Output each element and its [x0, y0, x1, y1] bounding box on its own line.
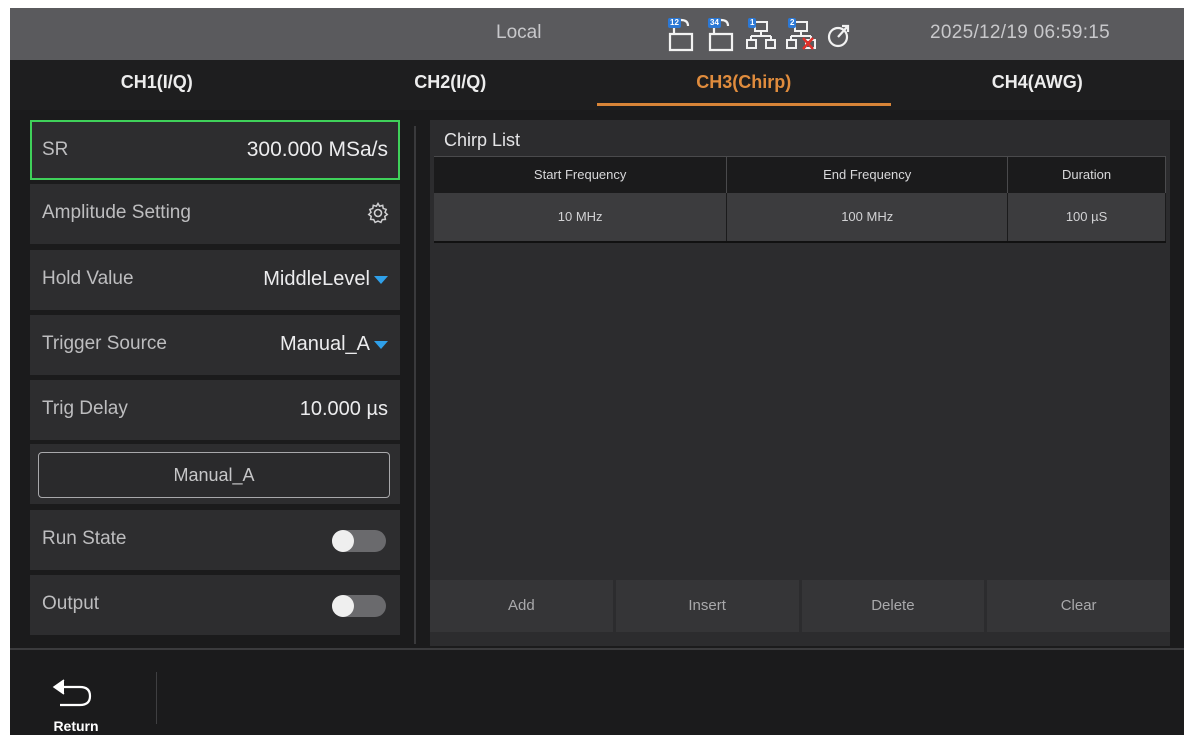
amplitude-setting-label: Amplitude Setting [42, 202, 191, 223]
chevron-down-icon [374, 340, 388, 349]
power-icon [826, 16, 852, 52]
panel-divider [414, 126, 416, 644]
add-button[interactable]: Add [430, 580, 613, 632]
status-bar: Local 12 34 1 2 2025/12/19 06:59:15 [10, 8, 1184, 60]
bottom-divider [10, 648, 1184, 650]
amplitude-setting-row[interactable]: Amplitude Setting [30, 184, 400, 244]
tab-ch1[interactable]: CH1(I/Q) [10, 60, 304, 110]
tab-ch4[interactable]: CH4(AWG) [891, 60, 1184, 110]
chirp-list-panel: Chirp List Start Frequency End Frequency… [430, 120, 1170, 646]
sample-rate-field[interactable]: SR 300.000 MSa/s [30, 120, 400, 180]
trigger-34-icon: 34 [706, 16, 736, 52]
insert-button[interactable]: Insert [615, 580, 799, 632]
manual-trigger-row: Manual_A [30, 444, 400, 504]
chirp-actions: Add Insert Delete Clear [430, 580, 1170, 632]
tab-ch2[interactable]: CH2(I/Q) [304, 60, 598, 110]
run-state-toggle[interactable] [332, 530, 386, 552]
tab-ch3[interactable]: CH3(Chirp) [597, 60, 891, 110]
trigger-source-selected: Manual_A [279, 333, 370, 355]
table-row[interactable]: 10 MHz 100 MHz 100 µS [434, 192, 1166, 243]
gear-icon[interactable] [366, 201, 390, 231]
remote-mode-label: Local [496, 22, 542, 43]
channel-tabs: CH1(I/Q) CH2(I/Q) CH3(Chirp) CH4(AWG) [10, 60, 1184, 110]
output-row: Output [30, 575, 400, 635]
hold-value-label: Hold Value [42, 268, 134, 289]
return-button[interactable]: Return [46, 670, 116, 735]
instrument-screen: Local 12 34 1 2 2025/12/19 06:59:15 CH1(… [10, 8, 1184, 735]
column-header: End Frequency [726, 156, 1009, 193]
delete-button[interactable]: Delete [801, 580, 985, 632]
trig-delay-value: 10.000 µs [299, 398, 388, 420]
status-icons: 12 34 1 2 [666, 16, 852, 52]
column-header: Start Frequency [434, 156, 728, 193]
end-frequency-cell[interactable]: 100 MHz [726, 192, 1009, 243]
chevron-down-icon [374, 275, 388, 284]
chirp-table: Start Frequency End Frequency Duration 1… [434, 156, 1166, 243]
hold-value-dropdown[interactable]: MiddleLevel [263, 268, 388, 291]
run-state-row: Run State [30, 510, 400, 570]
sample-rate-value: 300.000 MSa/s [246, 138, 388, 161]
datetime-label: 2025/12/19 06:59:15 [930, 22, 1111, 43]
trig-delay-row[interactable]: Trig Delay 10.000 µs [30, 380, 400, 440]
trig-delay-label: Trig Delay [42, 398, 128, 419]
sample-rate-label: SR [42, 139, 69, 160]
hold-value-row[interactable]: Hold Value MiddleLevel [30, 250, 400, 310]
network-1-icon: 1 [746, 16, 776, 52]
return-arrow-icon [52, 679, 92, 707]
start-frequency-cell[interactable]: 10 MHz [434, 192, 728, 243]
trigger-source-label: Trigger Source [42, 333, 167, 354]
trigger-source-row[interactable]: Trigger Source Manual_A [30, 315, 400, 375]
output-toggle[interactable] [332, 595, 386, 617]
clear-button[interactable]: Clear [987, 580, 1170, 632]
manual-trigger-button[interactable]: Manual_A [38, 452, 390, 498]
run-state-label: Run State [42, 528, 127, 549]
bottom-separator [156, 672, 157, 724]
hold-value-selected: MiddleLevel [263, 268, 370, 290]
trigger-source-dropdown[interactable]: Manual_A [280, 333, 388, 356]
column-header: Duration [1007, 156, 1166, 193]
trigger-12-icon: 12 [666, 16, 696, 52]
network-2-disconnected-icon: 2 [786, 16, 816, 52]
chirp-list-title: Chirp List [444, 130, 521, 150]
duration-cell[interactable]: 100 µS [1007, 192, 1166, 243]
return-label: Return [53, 718, 99, 734]
output-label: Output [42, 593, 100, 614]
